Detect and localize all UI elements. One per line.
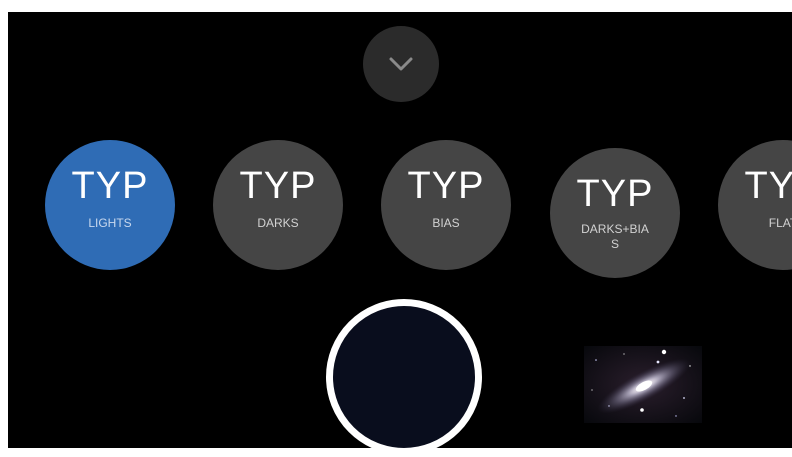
frame-type-label: BIAS (432, 216, 460, 230)
camera-screen: TYP LIGHTS TYP DARKS TYP BIAS TYP DARKS+… (8, 12, 792, 448)
frame-type-abbr: TYP (407, 165, 485, 207)
frame-type-darks-bias[interactable]: TYP DARKS+BIAS (550, 148, 680, 278)
frame-type-label: FLAT (768, 216, 792, 230)
frame-type-darks[interactable]: TYP DARKS (213, 140, 343, 270)
frame-type-bias[interactable]: TYP BIAS (381, 140, 511, 270)
frame-type-flat[interactable]: TYP FLAT (718, 140, 792, 270)
frame-type-label: LIGHTS (88, 216, 132, 230)
frame-type-abbr: TYP (239, 165, 317, 207)
collapse-button[interactable] (363, 26, 439, 102)
last-capture-thumbnail[interactable] (584, 346, 702, 423)
galaxy-thumbnail-image (584, 346, 702, 423)
frame-type-label: DARKS (257, 216, 299, 230)
chevron-down-icon (389, 57, 413, 71)
frame-type-lights[interactable]: TYP LIGHTS (45, 140, 175, 270)
frame-type-abbr: TYP (71, 165, 149, 207)
frame-type-abbr: TYP (576, 173, 654, 215)
shutter-button[interactable] (326, 299, 482, 448)
frame-type-label: DARKS+BIAS (581, 222, 649, 251)
frame-type-abbr: TYP (744, 165, 792, 207)
